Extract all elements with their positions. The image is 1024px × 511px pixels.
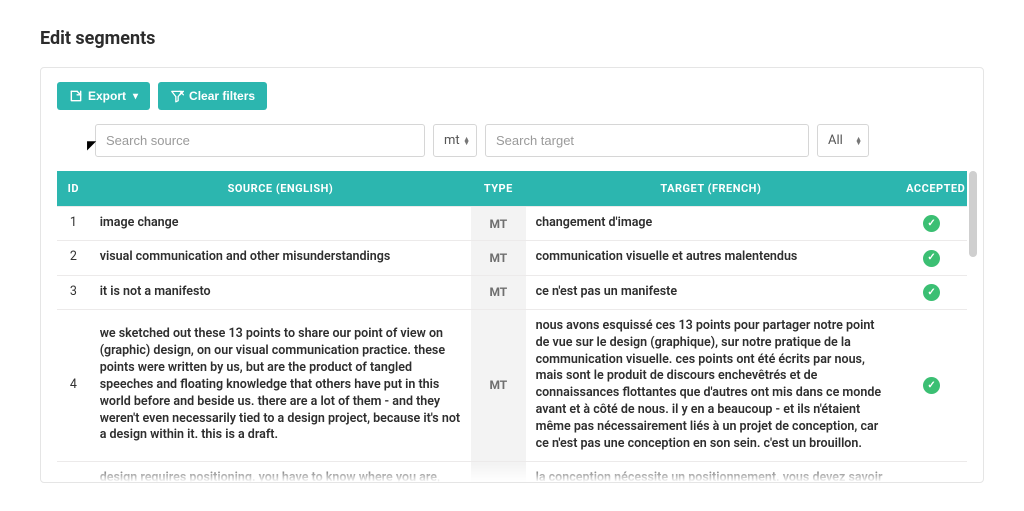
cell-accepted — [896, 461, 967, 482]
search-source-input[interactable] — [95, 124, 425, 157]
scrollbar[interactable] — [969, 171, 977, 257]
accepted-check-icon: ✓ — [923, 215, 940, 232]
cell-target: changement d'image — [526, 207, 897, 241]
cell-source: visual communication and other misunders… — [90, 241, 471, 275]
clear-filters-button[interactable]: Clear filters — [158, 82, 267, 110]
segments-table-body: 1image changeMTchangement d'image✓2visua… — [57, 206, 967, 482]
page-title: Edit segments — [40, 28, 984, 49]
cell-id — [57, 461, 90, 482]
cell-target: la conception nécessite un positionnemen… — [526, 461, 897, 482]
cell-type: MT — [471, 275, 525, 309]
filter-bar: mt ▲▼ ◤ All ▲▼ — [57, 124, 967, 157]
table-row[interactable]: 3it is not a manifestoMTce n'est pas un … — [57, 275, 967, 309]
accepted-check-icon: ✓ — [923, 250, 940, 267]
type-select-value: mt — [444, 133, 460, 148]
accepted-select-value: All — [828, 133, 843, 148]
table-row[interactable]: 4we sketched out these 13 points to shar… — [57, 309, 967, 461]
accepted-check-icon: ✓ — [923, 377, 940, 394]
cell-source: design requires positioning. you have to… — [90, 461, 471, 482]
cell-source: we sketched out these 13 points to share… — [90, 309, 471, 461]
accepted-select[interactable]: All ▲▼ — [817, 124, 869, 157]
segments-card: Export ▾ Clear filters mt — [40, 67, 984, 483]
export-icon — [69, 89, 83, 103]
accepted-check-icon: ✓ — [923, 284, 940, 301]
cell-type: MT — [471, 241, 525, 275]
cell-target: communication visuelle et autres malente… — [526, 241, 897, 275]
cell-source: it is not a manifesto — [90, 275, 471, 309]
cell-id: 2 — [57, 241, 90, 275]
sort-icon: ▲▼ — [463, 137, 470, 145]
table-row[interactable]: 2visual communication and other misunder… — [57, 241, 967, 275]
segments-table-wrap: ID SOURCE (ENGLISH) TYPE TARGET (FRENCH)… — [57, 171, 967, 482]
col-type[interactable]: TYPE — [471, 171, 525, 206]
toolbar: Export ▾ Clear filters — [57, 82, 967, 110]
cell-source: image change — [90, 207, 471, 241]
cell-accepted: ✓ — [896, 275, 967, 309]
col-accepted[interactable]: ACCEPTED — [896, 171, 967, 206]
sort-icon: ▲▼ — [855, 137, 862, 145]
clear-filters-label: Clear filters — [189, 89, 255, 103]
segments-table: ID SOURCE (ENGLISH) TYPE TARGET (FRENCH)… — [57, 171, 967, 206]
cell-target: nous avons esquissé ces 13 points pour p… — [526, 309, 897, 461]
cell-accepted: ✓ — [896, 309, 967, 461]
export-label: Export — [88, 89, 126, 103]
search-target-input[interactable] — [485, 124, 809, 157]
type-select[interactable]: mt ▲▼ — [433, 124, 477, 157]
filter-clear-icon — [170, 89, 184, 103]
cell-accepted: ✓ — [896, 207, 967, 241]
cell-id: 4 — [57, 309, 90, 461]
chevron-down-icon: ▾ — [133, 91, 138, 102]
cell-type: MT — [471, 309, 525, 461]
table-row[interactable]: design requires positioning. you have to… — [57, 461, 967, 482]
cell-target: ce n'est pas un manifeste — [526, 275, 897, 309]
col-target[interactable]: TARGET (FRENCH) — [526, 171, 897, 206]
export-button[interactable]: Export ▾ — [57, 82, 150, 110]
cell-type — [471, 461, 525, 482]
col-id[interactable]: ID — [57, 171, 90, 206]
cell-id: 3 — [57, 275, 90, 309]
table-row[interactable]: 1image changeMTchangement d'image ✓ — [57, 207, 967, 241]
cell-id: 1 — [57, 207, 90, 241]
cell-type: MT — [471, 207, 525, 241]
cell-accepted: ✓ — [896, 241, 967, 275]
col-source[interactable]: SOURCE (ENGLISH) — [90, 171, 471, 206]
